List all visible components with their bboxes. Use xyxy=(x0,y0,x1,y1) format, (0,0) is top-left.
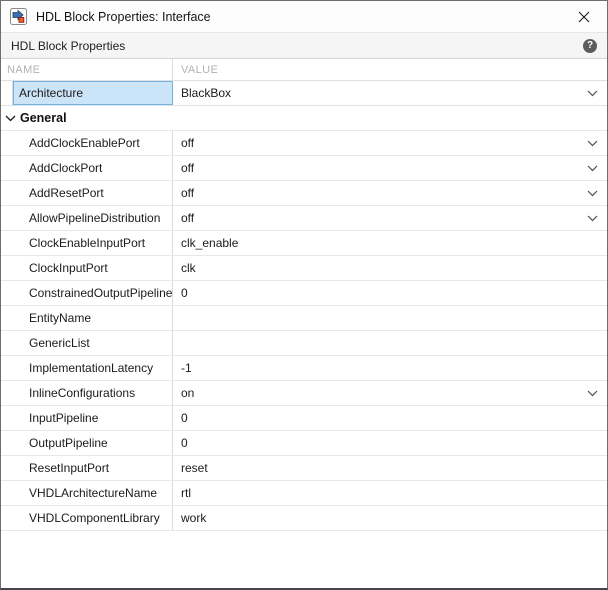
property-row[interactable]: ImplementationLatency -1 xyxy=(1,356,607,381)
property-name[interactable]: AllowPipelineDistribution xyxy=(1,206,173,230)
property-value-text: clk_enable xyxy=(181,236,238,250)
table-header: NAME VALUE xyxy=(1,59,607,81)
property-name[interactable]: ConstrainedOutputPipeline xyxy=(1,281,173,305)
property-row[interactable]: OutputPipeline 0 xyxy=(1,431,607,456)
property-value[interactable]: off xyxy=(173,181,607,205)
property-name[interactable]: OutputPipeline xyxy=(1,431,173,455)
property-value-text: on xyxy=(181,386,194,400)
property-row[interactable]: GenericList xyxy=(1,331,607,356)
chevron-down-icon xyxy=(587,390,598,397)
row-gutter xyxy=(1,81,13,105)
property-value-text: rtl xyxy=(181,486,191,500)
chevron-down-icon xyxy=(587,215,598,222)
close-icon xyxy=(578,11,590,23)
property-value-text: 0 xyxy=(181,436,188,450)
property-name[interactable]: ResetInputPort xyxy=(1,456,173,480)
property-value[interactable]: off xyxy=(173,206,607,230)
properties-toolbar: HDL Block Properties ? xyxy=(1,33,607,59)
property-value[interactable] xyxy=(173,306,607,330)
architecture-name-cell[interactable]: Architecture xyxy=(1,81,173,105)
column-header-value: VALUE xyxy=(173,59,607,80)
property-name[interactable]: VHDLComponentLibrary xyxy=(1,506,173,530)
property-name[interactable]: AddResetPort xyxy=(1,181,173,205)
property-value[interactable]: on xyxy=(173,381,607,405)
property-name[interactable]: InputPipeline xyxy=(1,406,173,430)
property-value-text: off xyxy=(181,186,194,200)
property-value[interactable] xyxy=(173,331,607,355)
chevron-expanded-icon xyxy=(5,115,16,122)
property-row[interactable]: ClockEnableInputPort clk_enable xyxy=(1,231,607,256)
property-name[interactable]: GenericList xyxy=(1,331,173,355)
property-name[interactable]: AddClockEnablePort xyxy=(1,131,173,155)
property-value[interactable]: work xyxy=(173,506,607,530)
property-value-text: off xyxy=(181,211,194,225)
property-value-text: clk xyxy=(181,261,196,275)
property-row[interactable]: ResetInputPort reset xyxy=(1,456,607,481)
property-row[interactable]: AddClockPort off xyxy=(1,156,607,181)
property-name[interactable]: EntityName xyxy=(1,306,173,330)
toolbar-title: HDL Block Properties xyxy=(11,39,583,53)
property-value-text: -1 xyxy=(181,361,192,375)
hdl-block-icon xyxy=(10,8,27,25)
property-rows: AddClockEnablePort off AddClockPort off … xyxy=(1,131,607,531)
property-value[interactable]: off xyxy=(173,131,607,155)
property-value-text: off xyxy=(181,161,194,175)
chevron-down-icon xyxy=(587,90,598,97)
architecture-value-text: BlackBox xyxy=(181,86,231,100)
column-header-name: NAME xyxy=(1,59,173,80)
window-title: HDL Block Properties: Interface xyxy=(36,10,569,24)
property-value[interactable]: rtl xyxy=(173,481,607,505)
property-value[interactable]: clk xyxy=(173,256,607,280)
property-value[interactable]: 0 xyxy=(173,431,607,455)
property-row[interactable]: VHDLComponentLibrary work xyxy=(1,506,607,531)
property-row[interactable]: EntityName xyxy=(1,306,607,331)
property-row[interactable]: ClockInputPort clk xyxy=(1,256,607,281)
chevron-down-icon xyxy=(587,140,598,147)
property-name[interactable]: ImplementationLatency xyxy=(1,356,173,380)
chevron-down-icon xyxy=(587,190,598,197)
property-value[interactable]: clk_enable xyxy=(173,231,607,255)
property-row[interactable]: ConstrainedOutputPipeline 0 xyxy=(1,281,607,306)
title-bar: HDL Block Properties: Interface xyxy=(1,1,607,33)
property-row[interactable]: InlineConfigurations on xyxy=(1,381,607,406)
close-button[interactable] xyxy=(569,4,599,30)
property-value[interactable]: off xyxy=(173,156,607,180)
property-row[interactable]: AddClockEnablePort off xyxy=(1,131,607,156)
property-name[interactable]: AddClockPort xyxy=(1,156,173,180)
architecture-row[interactable]: Architecture BlackBox xyxy=(1,81,607,106)
hdl-block-properties-dialog: HDL Block Properties: Interface HDL Bloc… xyxy=(0,0,608,590)
property-value[interactable]: 0 xyxy=(173,406,607,430)
property-row[interactable]: AllowPipelineDistribution off xyxy=(1,206,607,231)
architecture-label: Architecture xyxy=(19,86,83,100)
property-row[interactable]: VHDLArchitectureName rtl xyxy=(1,481,607,506)
property-name[interactable]: ClockInputPort xyxy=(1,256,173,280)
property-value-text: reset xyxy=(181,461,208,475)
property-value[interactable]: reset xyxy=(173,456,607,480)
property-name[interactable]: VHDLArchitectureName xyxy=(1,481,173,505)
property-value[interactable]: 0 xyxy=(173,281,607,305)
section-label: General xyxy=(20,111,67,125)
table-empty-area xyxy=(1,531,607,588)
section-general[interactable]: General xyxy=(1,106,607,131)
chevron-down-icon xyxy=(587,165,598,172)
property-value-text: off xyxy=(181,136,194,150)
property-value-text: 0 xyxy=(181,286,188,300)
property-row[interactable]: InputPipeline 0 xyxy=(1,406,607,431)
property-value-text: work xyxy=(181,511,206,525)
property-name[interactable]: InlineConfigurations xyxy=(1,381,173,405)
property-value[interactable]: -1 xyxy=(173,356,607,380)
help-icon[interactable]: ? xyxy=(583,39,597,53)
property-value-text: 0 xyxy=(181,411,188,425)
architecture-value-dropdown[interactable]: BlackBox xyxy=(173,81,607,105)
property-row[interactable]: AddResetPort off xyxy=(1,181,607,206)
property-name[interactable]: ClockEnableInputPort xyxy=(1,231,173,255)
